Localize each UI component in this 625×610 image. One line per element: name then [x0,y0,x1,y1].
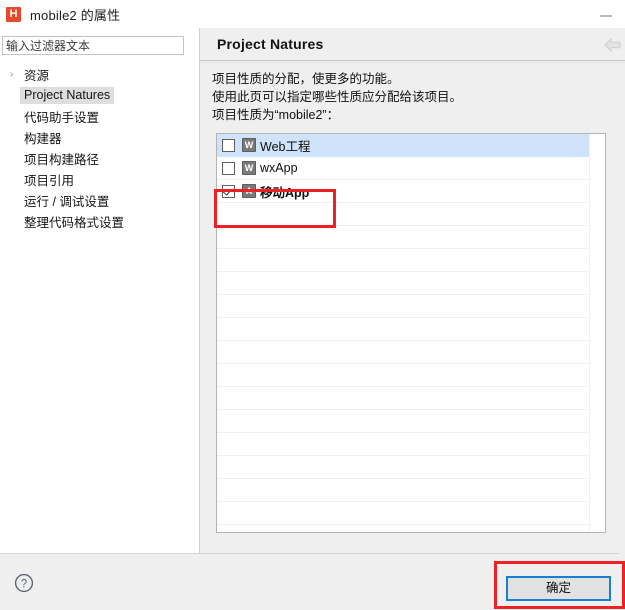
sidebar-item-label: 构建器 [24,132,62,146]
list-item-empty [217,295,589,318]
checkbox-checked-icon[interactable] [222,184,235,198]
project-natures-panel: Project Natures 项目性质的分配，使更多的功能。 使用此页可以指定… [200,28,625,553]
minimize-button[interactable] [597,9,615,21]
list-item-label: 移动App [260,185,310,200]
list-item-empty [217,249,589,272]
natures-list: W Web工程 W wxApp A 移动App [217,134,589,532]
list-item-label: Web工程 [260,139,311,154]
list-item[interactable]: W wxApp [217,157,589,180]
panel-description: 项目性质的分配，使更多的功能。 使用此页可以指定哪些性质应分配给该项目。 项目性… [212,70,612,124]
list-item-empty [217,433,589,456]
sidebar-item-label: 项目引用 [24,174,75,188]
list-item-empty [217,318,589,341]
sidebar-item-project-references[interactable]: 项目引用 [0,169,199,190]
settings-nav-panel: › 资源 Project Natures 代码助手设置 构建器 项目构建路径 项… [0,28,199,553]
list-item-empty [217,525,589,532]
natures-list-scrollbar[interactable] [589,134,605,532]
sidebar-item-code-format-settings[interactable]: 整理代码格式设置 [0,211,199,232]
back-arrow-icon[interactable] [603,36,623,54]
sidebar-item-label: 代码助手设置 [24,111,100,125]
header-divider [200,60,625,61]
header-divider-shadow [200,62,625,63]
list-item-empty [217,479,589,502]
web-nature-icon: W [242,138,256,152]
checkbox-unchecked-icon[interactable] [222,138,235,152]
wxapp-nature-icon: W [242,161,256,175]
sidebar-item-resource[interactable]: › 资源 [0,64,199,85]
sidebar-item-code-assist[interactable]: 代码助手设置 [0,106,199,127]
list-item-empty [217,203,589,226]
help-question-icon[interactable]: ? [14,573,34,593]
sidebar-item-label: Project Natures [20,87,115,104]
sidebar-item-build-path[interactable]: 项目构建路径 [0,148,199,169]
dialog-body: › 资源 Project Natures 代码助手设置 构建器 项目构建路径 项… [0,28,625,553]
description-line-1: 项目性质的分配，使更多的功能。 [212,72,400,86]
ok-button[interactable]: 确定 [506,576,611,601]
mobile-app-nature-icon: A [242,184,256,198]
sidebar-item-builders[interactable]: 构建器 [0,127,199,148]
app-logo-icon: H [6,6,21,22]
list-item[interactable]: W Web工程 [217,134,589,157]
description-line-2: 使用此页可以指定哪些性质应分配给该项目。 [212,90,463,104]
sidebar-item-label: 整理代码格式设置 [24,216,125,230]
list-item-label: wxApp [260,161,298,175]
checkbox-unchecked-icon[interactable] [222,161,235,175]
sidebar-item-label: 项目构建路径 [24,153,100,167]
list-item-empty [217,272,589,295]
list-item[interactable]: A 移动App [217,180,589,203]
list-item-empty [217,341,589,364]
window-title: mobile2 的属性 [30,7,121,23]
filter-input[interactable] [2,36,184,55]
list-item-empty [217,387,589,410]
page-title: Project Natures [217,36,324,52]
chevron-right-icon[interactable]: › [10,69,24,80]
sidebar-item-run-debug-settings[interactable]: 运行 / 调试设置 [0,190,199,211]
panel-header: Project Natures [200,28,625,60]
description-line-3: 项目性质为“mobile2”： [212,108,340,122]
list-item-empty [217,456,589,479]
sidebar-item-label: 资源 [24,69,50,83]
list-item-empty [217,410,589,433]
list-item-empty [217,502,589,525]
settings-tree: › 资源 Project Natures 代码助手设置 构建器 项目构建路径 项… [0,64,199,232]
list-item-empty [217,226,589,249]
natures-listbox[interactable]: W Web工程 W wxApp A 移动App [216,133,606,533]
footer-edge [619,553,625,609]
sidebar-item-project-natures[interactable]: Project Natures [0,85,199,106]
svg-text:?: ? [21,578,27,590]
title-bar: H mobile2 的属性 [0,0,625,28]
sidebar-item-label: 运行 / 调试设置 [24,195,110,209]
list-item-empty [217,364,589,387]
